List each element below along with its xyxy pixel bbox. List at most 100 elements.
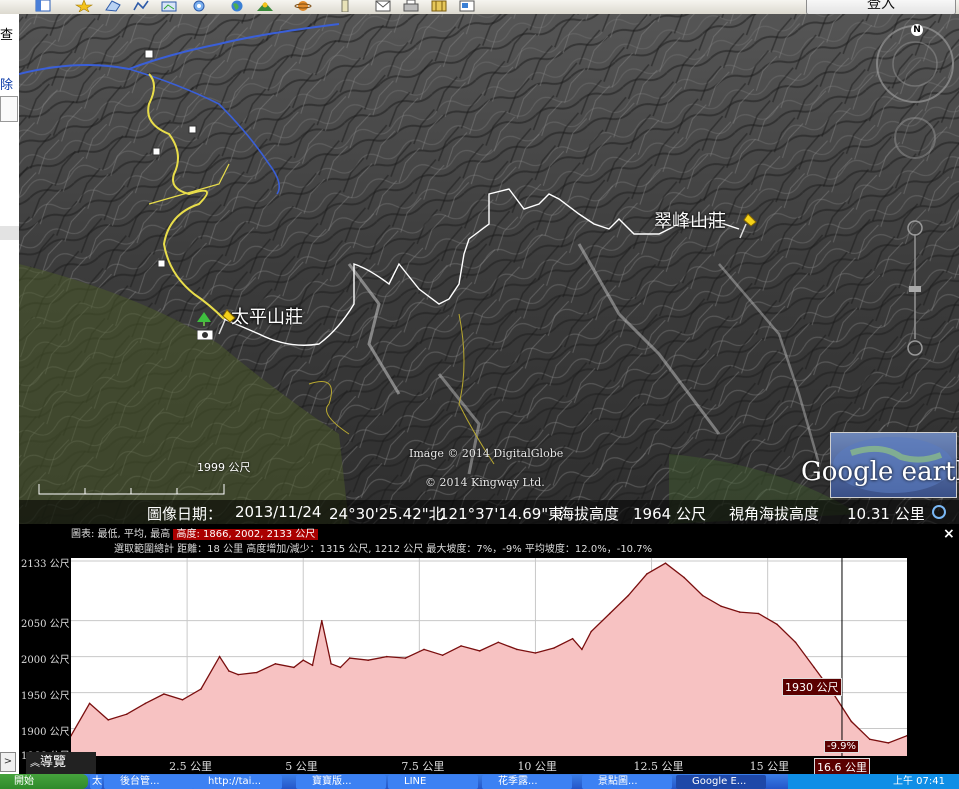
x-tick-label: 15 公里	[749, 760, 790, 773]
y-tick-label: 2000 公尺	[21, 654, 70, 666]
profile-header-prefix: 圖表: 最低, 平均, 最高	[71, 529, 171, 540]
left-panel-label-search[interactable]: 查	[0, 24, 13, 43]
elevation-point	[609, 612, 611, 615]
toolbar: 登入	[0, 0, 959, 15]
tour-button-label: 導覽	[40, 755, 67, 770]
elevation-point	[683, 576, 685, 579]
map-icon[interactable]	[430, 0, 448, 12]
close-profile-button[interactable]: ×	[943, 526, 955, 542]
y-tick-label: 2133 公尺	[21, 559, 70, 570]
left-panel-input[interactable]	[0, 96, 18, 122]
elevation-point	[627, 594, 630, 597]
start-button[interactable]: 開始	[0, 774, 88, 789]
elevation-value: 1964 公尺	[633, 505, 706, 523]
elevation-chart[interactable]	[71, 558, 907, 756]
sun-icon[interactable]	[256, 0, 274, 12]
x-tick-label: 12.5 公里	[633, 760, 684, 773]
tour-chevron-icon: ︽	[30, 758, 40, 769]
profile-header: 圖表: 最低, 平均, 最高 高度: 1866, 2002, 2133 公尺	[71, 525, 319, 540]
pushpin-icon[interactable]	[738, 212, 762, 240]
range-summary: 選取範圍總計 距離：18 公里 高度增加/減少：1315 公尺, 1212 公尺…	[114, 544, 653, 555]
cursor-elevation-label: 1930 公尺	[782, 678, 842, 696]
sidebar-icon[interactable]	[34, 0, 52, 12]
elevation-point	[181, 699, 184, 701]
google-earth-logo: Google earth	[801, 432, 959, 498]
cursor-slope-label: -9.9%	[824, 740, 860, 753]
left-panel-section	[0, 226, 19, 240]
x-tick-label: 10 公里	[517, 760, 557, 773]
elevation-point	[339, 666, 342, 669]
taskbar-item[interactable]: 後台管...	[104, 775, 194, 789]
polygon-icon[interactable]	[104, 0, 122, 12]
taskbar-item[interactable]: 景點圖...	[582, 775, 672, 789]
profile-header-highlight: 高度: 1866, 2002, 2133 公尺	[173, 529, 319, 540]
elevation-point	[293, 666, 295, 669]
elevation-point	[330, 663, 332, 665]
longitude: 121°37'14.69"東	[439, 505, 564, 523]
tree-icon[interactable]	[197, 312, 211, 326]
left-panel: 查 除 >	[0, 14, 20, 774]
left-panel-label-delete[interactable]: 除	[0, 74, 13, 93]
y-tick-label: 1900 公尺	[21, 726, 70, 738]
elevation-point	[144, 702, 147, 705]
compass-north[interactable]: N	[911, 24, 923, 36]
elevation-point	[423, 648, 425, 651]
elevation-point	[404, 657, 407, 659]
elevation-point	[739, 611, 741, 613]
clock: 上午 07:41	[893, 776, 945, 787]
place-label-cuifeng[interactable]: 翠峰山莊	[654, 207, 726, 233]
elevation-point	[581, 648, 583, 651]
place-label-taipingshan[interactable]: 太平山莊	[231, 303, 303, 329]
image-date: 2013/11/24	[235, 503, 322, 521]
elevation-point	[534, 652, 537, 654]
elevation-point	[478, 650, 481, 652]
elevation-point	[516, 648, 518, 651]
streaming-indicator-icon	[932, 505, 946, 519]
elevation-point	[125, 713, 128, 715]
print-icon[interactable]	[402, 0, 420, 12]
camera-icon[interactable]	[197, 328, 213, 340]
elevation-point	[311, 664, 314, 667]
elevation-point	[386, 655, 388, 658]
ruler-icon[interactable]	[336, 0, 354, 12]
elevation-point	[348, 657, 351, 659]
tour-icon[interactable]	[190, 0, 208, 12]
kml-icon[interactable]	[458, 0, 476, 12]
x-tick-label: 5 公里	[285, 760, 318, 773]
elevation-point	[794, 641, 797, 644]
data-credit: © 2014 Kingway Ltd.	[425, 476, 545, 489]
elevation-point	[571, 637, 574, 640]
taskbar-item[interactable]: 太平山...	[90, 775, 102, 789]
elevation-point	[757, 612, 760, 615]
elevation-point	[302, 659, 304, 661]
elevation-point	[228, 670, 230, 672]
taskbar-item[interactable]: http://tai...	[192, 775, 282, 789]
email-icon[interactable]	[374, 0, 392, 12]
elevation-point	[590, 630, 592, 633]
earth-icon[interactable]	[228, 0, 246, 12]
path-icon[interactable]	[132, 0, 150, 12]
x-tick-label: 2.5 公里	[169, 760, 213, 773]
image-date-label: 圖像日期：	[147, 505, 223, 523]
google-earth-logo-text: Google earth	[801, 457, 959, 487]
star-icon[interactable]	[75, 0, 93, 12]
tour-button[interactable]: ︽導覽	[26, 752, 96, 774]
signin-button[interactable]: 登入	[806, 0, 956, 15]
elevation-point	[200, 688, 202, 690]
taskbar-item[interactable]: LINE	[388, 775, 478, 789]
taskbar-item[interactable]: 寶寶版...	[296, 775, 386, 789]
elevation-point	[163, 693, 165, 695]
elevation-point	[218, 655, 221, 658]
elevation-point	[869, 738, 871, 741]
elevation-point	[256, 671, 258, 674]
overlay-icon[interactable]	[160, 0, 178, 12]
elevation-point	[274, 663, 277, 665]
taskbar-item[interactable]: Google E...	[676, 775, 766, 789]
taskbar: 開始 太平山...後台管...http://tai... 寶寶版...LINE 花季…	[0, 774, 959, 789]
left-panel-scroll-button[interactable]: >	[0, 752, 16, 772]
planet-icon[interactable]	[294, 0, 312, 12]
map-view[interactable]: 太平山莊 翠峰山莊 1999 公尺 Image © 2014 DigitalGl…	[19, 14, 959, 524]
taskbar-item[interactable]: 花季露...	[482, 775, 572, 789]
scale-label: 1999 公尺	[197, 461, 251, 474]
x-tick-label: 7.5 公里	[401, 760, 445, 773]
